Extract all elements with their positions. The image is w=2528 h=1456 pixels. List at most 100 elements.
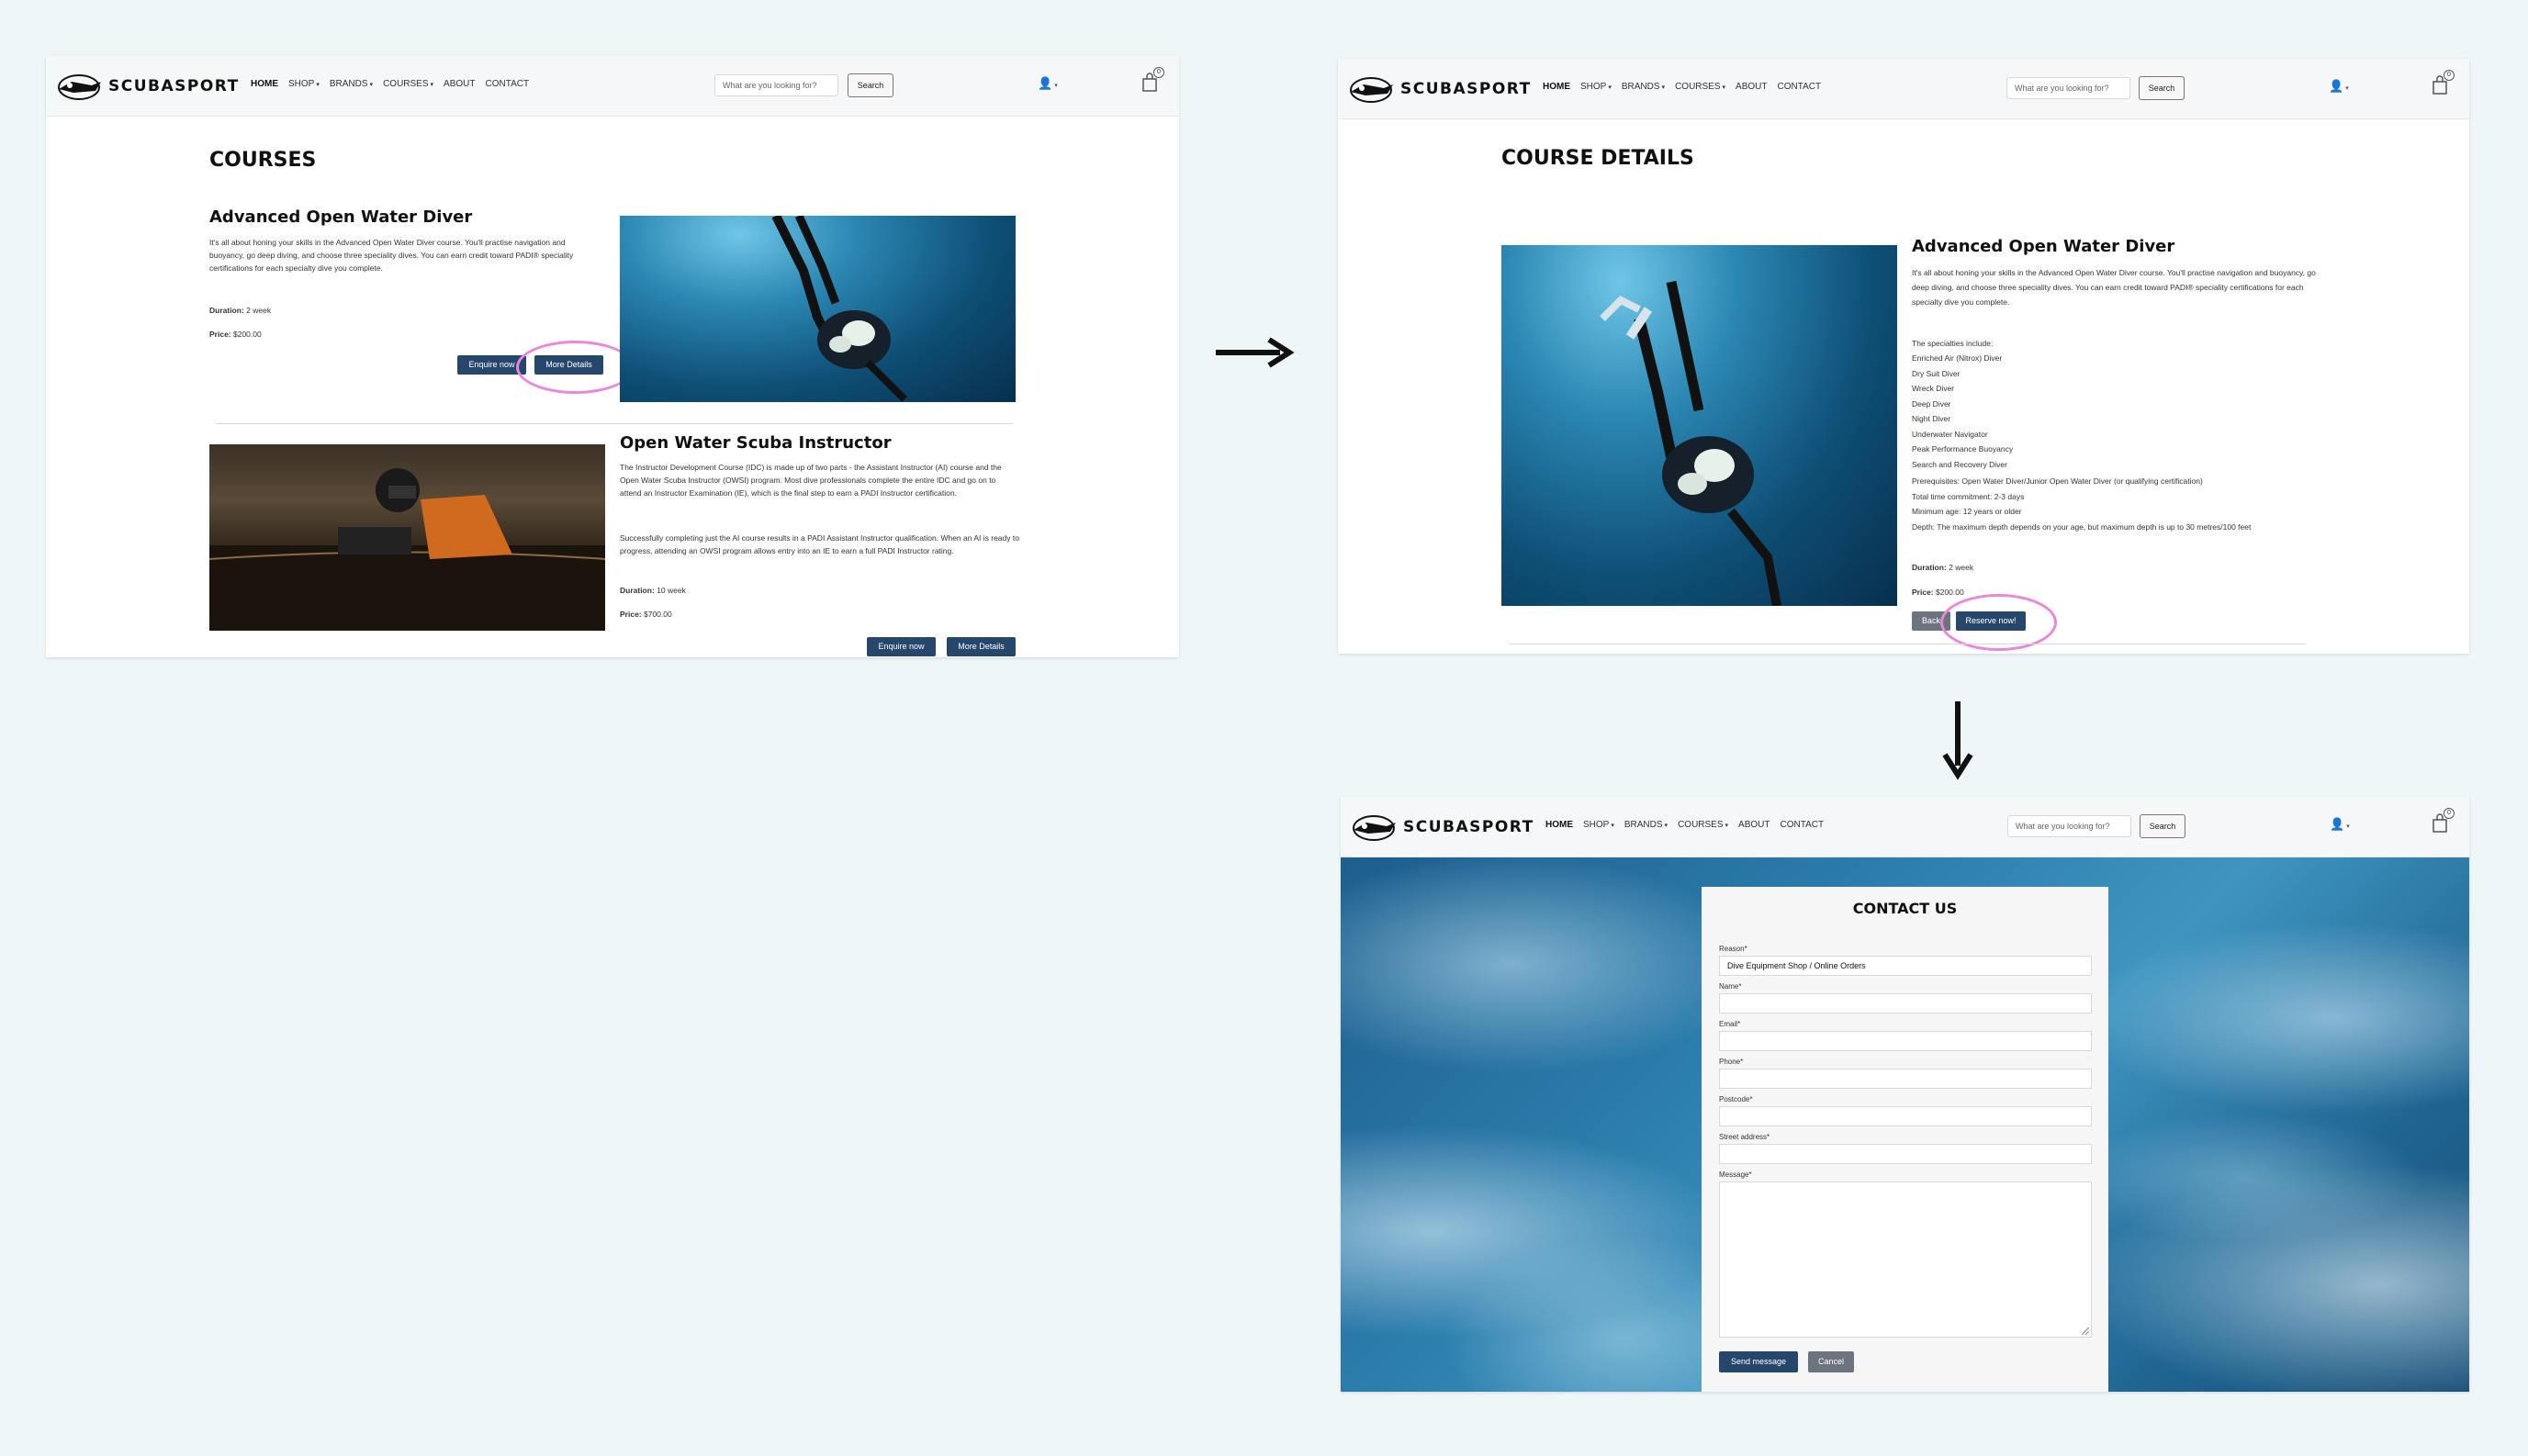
speciality-item: Underwater Navigator [1912,429,1988,439]
message-label: Message* [1719,1170,1752,1179]
course-duration: Duration: 2 week [1912,561,1973,574]
nav-about[interactable]: ABOUT [444,79,475,89]
price-value: $700.00 [644,610,672,619]
chevron-down-icon: ▾ [1661,84,1666,91]
course-requirements: Prerequisites: Open Water Diver/Junior O… [1912,474,2316,534]
course-description: Successfully completing just the AI cour… [620,533,1019,555]
enquire-now-button[interactable]: Enquire now [867,637,936,656]
cancel-button[interactable]: Cancel [1808,1351,1854,1372]
nav-brands[interactable]: BRANDS ▾ [1624,820,1668,830]
search-input[interactable]: What are you looking for? [2006,77,2130,99]
speciality-item: Dry Suit Diver [1912,368,1961,378]
course-description: It's all about honing your skills in the… [209,238,574,273]
nav-courses-label: COURSES [383,79,429,89]
navbar: SCUBASPORT HOME SHOP ▾ BRANDS ▾ COURSES ▾ A… [1341,797,2469,857]
nav-brands-label: BRANDS [1621,82,1660,92]
search-button[interactable]: Search [2140,814,2185,838]
nav-courses[interactable]: COURSES ▾ [1678,820,1728,830]
cart-count-badge: 0 [2444,808,2455,819]
search-button[interactable]: Search [2139,76,2185,100]
send-message-button[interactable]: Send message [1719,1351,1798,1372]
phone-field[interactable] [1719,1069,2092,1089]
nav-home[interactable]: HOME [1543,82,1570,92]
arrow-down-icon [1942,701,1973,780]
brand-logo[interactable]: SCUBASPORT [55,69,240,104]
cart-icon[interactable]: 0 [2431,808,2456,839]
cart-icon[interactable]: 0 [1140,67,1166,98]
duration-label: Duration: [209,306,244,315]
nav-courses-label: COURSES [1678,820,1724,830]
street-address-field[interactable] [1719,1144,2092,1164]
user-icon[interactable]: 👤 ▾ [2329,79,2354,97]
search-input[interactable]: What are you looking for? [714,74,838,96]
nav-brands[interactable]: BRANDS ▾ [1622,82,1665,92]
brand-logo[interactable]: SCUBASPORT [1350,810,1534,845]
reason-label: Reason* [1719,945,1747,953]
specialities-intro: The specialties include: [1912,339,1994,348]
user-icon[interactable]: 👤 ▾ [2330,817,2355,835]
time-commitment-text: Total time commitment: 2-3 days [1912,491,2025,501]
cart-count-badge: 0 [2444,70,2455,81]
depth-text: Depth: The maximum depth depends on your… [1912,521,2252,532]
nav-home[interactable]: HOME [1545,820,1573,830]
nav-courses[interactable]: COURSES ▾ [383,79,433,89]
nav-about[interactable]: ABOUT [1738,820,1770,830]
search-input[interactable]: What are you looking for? [2007,815,2131,837]
chevron-down-icon: ▾ [1722,84,1726,91]
chevron-down-icon: ▾ [430,82,434,88]
course-description: It's all about honing your skills in the… [1912,268,2316,307]
search-button[interactable]: Search [848,73,893,97]
course-duration: Duration: 2 week [209,304,271,317]
course-description: The Instructor Development Course (IDC) … [620,463,1002,498]
course-duration: Duration: 10 week [620,584,686,597]
course-title: Open Water Scuba Instructor [620,433,892,453]
street-address-label: Street address* [1719,1133,1770,1141]
cart-icon[interactable]: 0 [2431,70,2456,101]
nav-contact[interactable]: CONTACT [485,79,529,89]
price-value: $200.00 [233,330,262,339]
email-field[interactable] [1719,1031,2092,1051]
course-price: Price: $200.00 [1912,586,1964,599]
brand-name: SCUBASPORT [1403,818,1534,836]
price-label: Price: [1912,588,1934,597]
nav-brands[interactable]: BRANDS ▾ [330,79,373,89]
speciality-item: Wreck Diver [1912,384,1955,393]
nav-contact[interactable]: CONTACT [1780,820,1824,830]
prerequisites-text: Prerequisites: Open Water Diver/Junior O… [1912,476,2203,486]
nav-shop-label: SHOP [1580,82,1607,92]
form-title: CONTACT US [1852,900,1958,917]
nav-contact[interactable]: CONTACT [1777,82,1821,92]
instructor-illustration [209,468,605,631]
courses-screenshot: SCUBASPORT HOME SHOP ▾ BRANDS ▾ COURSES ▾ A… [46,56,1179,657]
price-label: Price: [209,330,231,339]
speciality-item: Night Diver [1912,414,1951,423]
nav-home[interactable]: HOME [251,79,278,89]
diver-photo [1501,245,1897,606]
duration-label: Duration: [620,586,655,595]
nav-links: HOME SHOP ▾ BRANDS ▾ COURSES ▾ ABOUT CONTAC… [251,79,529,89]
name-field[interactable] [1719,993,2092,1014]
diver-logo-icon [1353,815,1396,841]
nav-shop[interactable]: SHOP ▾ [1580,82,1612,92]
nav-about[interactable]: ABOUT [1736,82,1767,92]
nav-shop-label: SHOP [1583,820,1610,830]
resize-handle-icon[interactable] [2082,1327,2089,1335]
course-price: Price: $200.00 [209,328,262,341]
click-highlight [516,341,635,394]
speciality-item: Deep Diver [1912,398,1951,409]
nav-courses[interactable]: COURSES ▾ [1675,82,1725,92]
brand-name: SCUBASPORT [1400,80,1532,98]
divider [216,423,1012,424]
postcode-field[interactable] [1719,1106,2092,1126]
message-textarea[interactable] [1719,1182,2092,1338]
reason-select[interactable]: Dive Equipment Shop / Online Orders [1719,956,2092,976]
brand-logo[interactable]: SCUBASPORT [1347,72,1532,106]
more-details-button[interactable]: More Details [947,637,1016,656]
speciality-item: Search and Recovery Diver [1912,459,2007,469]
price-value: $200.00 [1936,588,1964,597]
nav-courses-label: COURSES [1675,82,1721,92]
nav-shop[interactable]: SHOP ▾ [288,79,320,89]
user-icon[interactable]: 👤 ▾ [1038,76,1063,95]
name-label: Name* [1719,982,1742,991]
nav-shop[interactable]: SHOP ▾ [1583,820,1614,830]
